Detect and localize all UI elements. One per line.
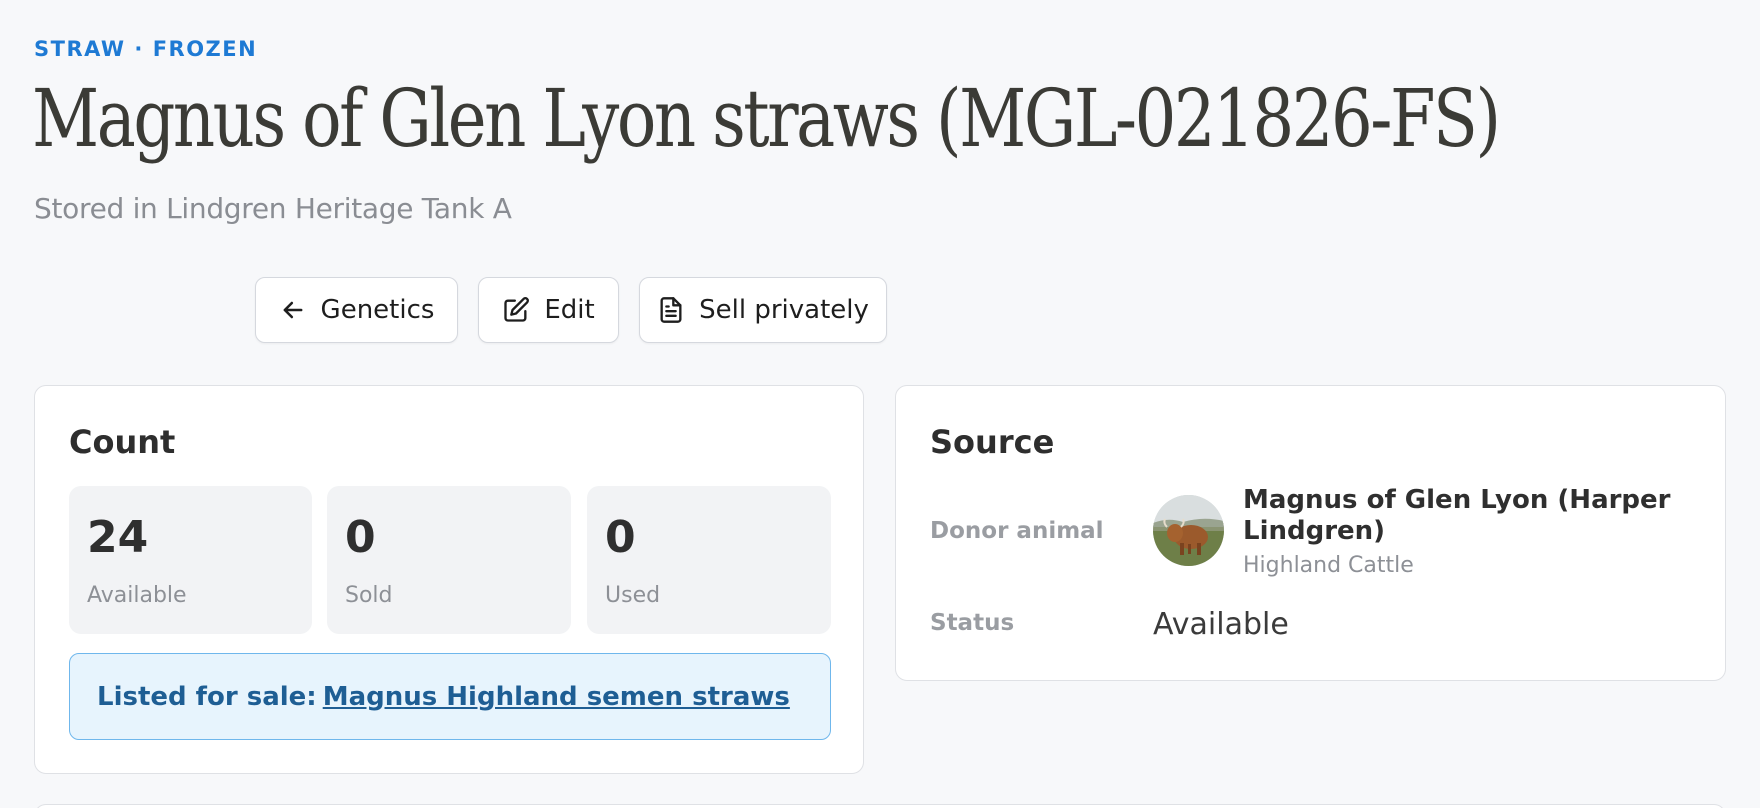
- sell-button-label: Sell privately: [699, 295, 869, 325]
- stat-label: Available: [87, 583, 187, 608]
- item-type-eyebrow: STRAW · FROZEN: [34, 37, 258, 61]
- page: STRAW · FROZEN Magnus of Glen Lyon straw…: [0, 0, 1760, 808]
- status-value: Available: [1153, 607, 1289, 642]
- highland-cow-photo: [1153, 495, 1224, 566]
- stat-available: 24 Available: [69, 486, 312, 634]
- stat-label: Used: [605, 583, 661, 608]
- page-title: Magnus of Glen Lyon straws (MGL-021826-F…: [32, 72, 1501, 165]
- stat-used: 0 Used: [587, 486, 831, 634]
- donor-name-link[interactable]: Magnus of Glen Lyon (Harper Lindgren): [1243, 485, 1683, 547]
- listing-link[interactable]: Magnus Highland semen straws: [323, 682, 790, 712]
- status-label: Status: [930, 610, 1015, 636]
- source-card-title: Source: [930, 423, 1055, 461]
- stat-label: Sold: [345, 583, 393, 608]
- donor-animal-label: Donor animal: [930, 518, 1104, 544]
- count-card: Count 24 Available 0 Sold 0 Used Listed …: [34, 385, 864, 774]
- back-button-label: Genetics: [320, 295, 435, 325]
- stat-value: 24: [87, 512, 149, 563]
- stat-sold: 0 Sold: [327, 486, 571, 634]
- stat-value: 0: [345, 512, 376, 563]
- count-card-title: Count: [69, 423, 176, 461]
- edit-button-label: Edit: [544, 295, 595, 325]
- listing-prefix: Listed for sale:: [97, 681, 317, 712]
- document-icon: [660, 297, 682, 323]
- next-card-edge: [34, 804, 1726, 808]
- storage-subtitle: Stored in Lindgren Heritage Tank A: [34, 192, 512, 225]
- sell-privately-button[interactable]: Sell privately: [639, 277, 887, 343]
- donor-avatar[interactable]: [1153, 495, 1224, 566]
- arrow-left-icon: [283, 301, 302, 319]
- stat-value: 0: [605, 512, 636, 563]
- donor-breed: Highland Cattle: [1243, 553, 1414, 578]
- back-to-genetics-button[interactable]: Genetics: [255, 277, 458, 343]
- listing-banner: Listed for sale: Magnus Highland semen s…: [69, 653, 831, 740]
- pencil-square-icon: [504, 297, 530, 322]
- edit-button[interactable]: Edit: [478, 277, 619, 343]
- source-card: Source Donor animal Magnus of Glen Lyon …: [895, 385, 1726, 681]
